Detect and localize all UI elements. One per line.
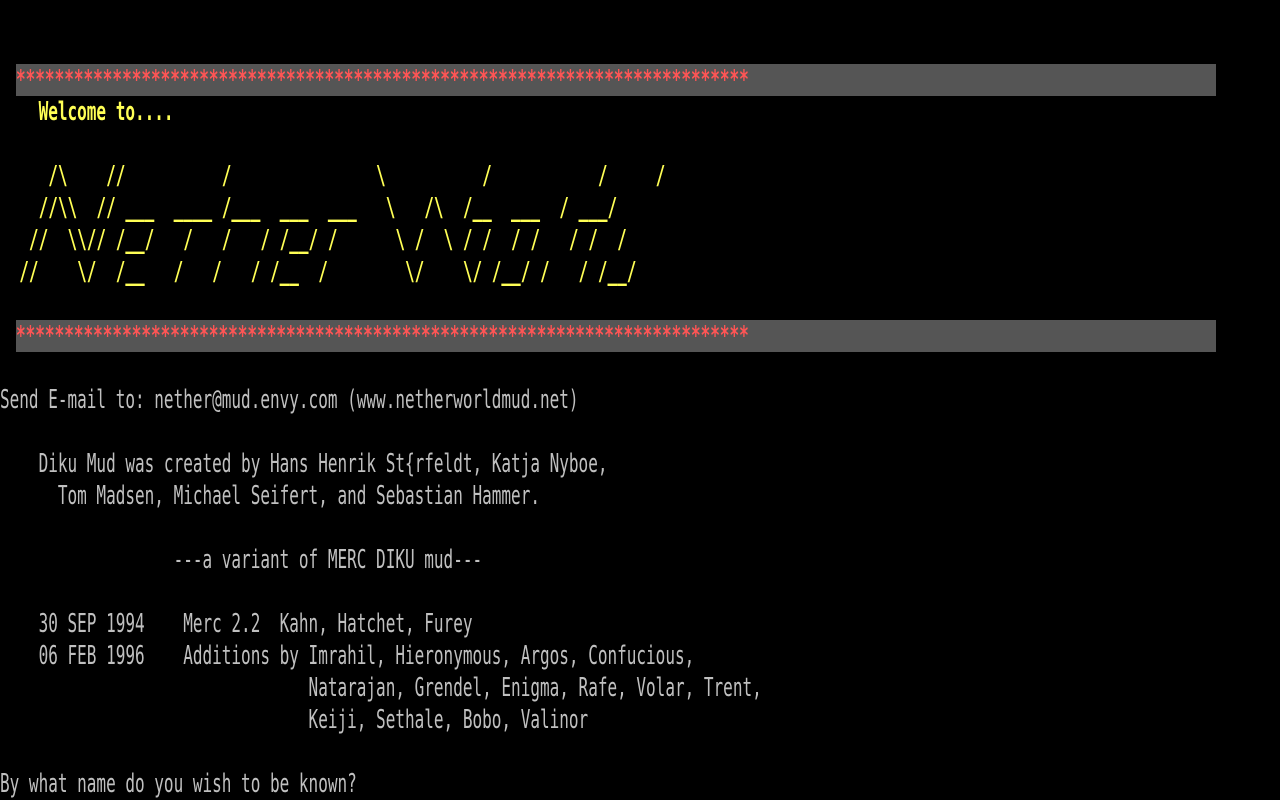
email-line: Send E-mail to: nether@mud.envy.com (www… (0, 385, 579, 415)
history-line-1: 30 SEP 1994 Merc 2.2 Kahn, Hatchet, Fure… (0, 609, 473, 639)
logo-line-2: //\\ // ___ ____ /___ ___ ___ \ /\ /__ _… (0, 193, 618, 223)
logo-line-4: // \/ /__ / / / /__ / \/ \/ /__/ / / /__… (0, 257, 637, 287)
history-line-2: 06 FEB 1996 Additions by Imrahil, Hieron… (0, 641, 695, 671)
login-name-prompt[interactable]: By what name do you wish to be known? (0, 768, 357, 800)
terminal-screen[interactable]: ****************************************… (0, 0, 1280, 800)
credits-line-2: Tom Madsen, Michael Seifert, and Sebasti… (0, 481, 540, 511)
top-banner: ****************************************… (16, 64, 1216, 96)
history-line-3: Natarajan, Grendel, Enigma, Rafe, Volar,… (0, 673, 762, 703)
credits-line-1: Diku Mud was created by Hans Henrik St{r… (0, 449, 608, 479)
variant-line: ---a variant of MERC DIKU mud--- (0, 545, 483, 575)
welcome-text: Welcome to.... (0, 97, 174, 127)
bottom-banner-stars: ****************************************… (16, 321, 749, 351)
logo-line-1: /\ // / \ / / / (0, 161, 666, 191)
logo-line-3: // \\// /__/ / / / /__/ / \ / \ / / / / … (0, 225, 627, 255)
prompt-text: By what name do you wish to be known? (0, 769, 357, 799)
history-line-4: Keiji, Sethale, Bobo, Valinor (0, 705, 589, 735)
top-banner-stars: ****************************************… (16, 65, 749, 95)
bottom-banner: ****************************************… (16, 320, 1216, 352)
